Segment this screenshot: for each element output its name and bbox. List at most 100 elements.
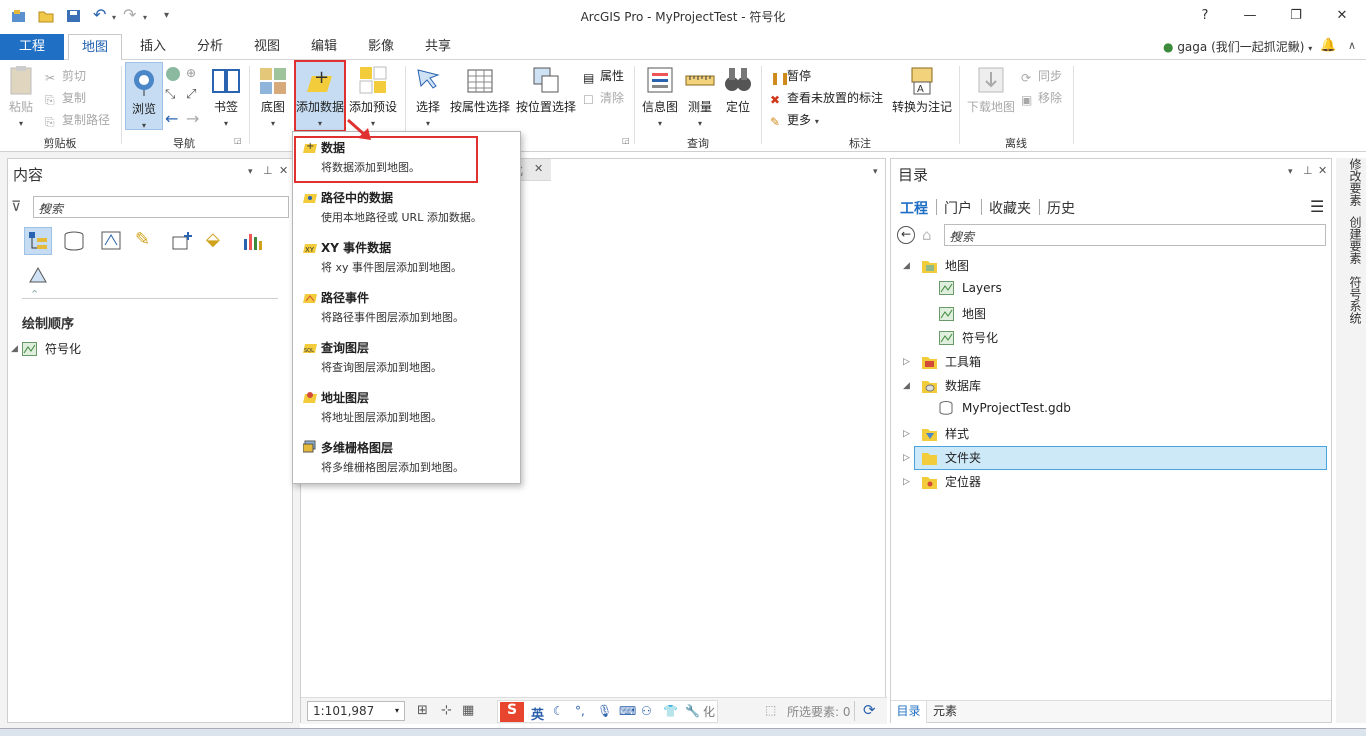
collapse-arrow-icon[interactable]: ▷ [903, 357, 910, 367]
catalog-search-input[interactable]: 搜索 ⌕ [944, 224, 1326, 246]
collapse-arrow-icon[interactable]: ▷ [903, 453, 910, 463]
side-tab-symbology[interactable]: 符号系统 [1343, 276, 1362, 324]
home-icon[interactable]: ⌂ [922, 226, 932, 244]
dropdown-item-route-events[interactable]: 路径事件 将路径事件图层添加到地图。 [293, 282, 520, 332]
back-arrow-icon[interactable]: ← [165, 109, 178, 128]
sogou-logo-icon[interactable]: S [500, 702, 524, 722]
download-map-button[interactable]: 下载地图 [966, 64, 1016, 115]
snapping-icon[interactable]: ⊹ [441, 703, 452, 718]
pane-close-icon[interactable]: ✕ [1318, 164, 1327, 177]
ime-language-toggle[interactable]: 英 [531, 704, 544, 723]
pane-menu-icon[interactable]: ▾ [248, 167, 253, 177]
close-button[interactable]: ✕ [1322, 4, 1362, 28]
tab-edit[interactable]: 编辑 [299, 34, 349, 60]
tab-view[interactable]: 视图 [242, 34, 292, 60]
catalog-layers-item[interactable]: Layers [939, 281, 1002, 295]
catalog-bottom-tab-catalog[interactable]: 目录 [891, 701, 927, 723]
restore-button[interactable]: ❐ [1276, 4, 1316, 28]
forward-arrow-icon[interactable]: → [186, 109, 199, 128]
keyboard-icon[interactable]: ⌨ [619, 704, 636, 718]
paste-button[interactable]: 粘贴 ▾ [6, 64, 36, 129]
tab-insert[interactable]: 插入 [128, 34, 178, 60]
pane-menu-icon[interactable]: ▾ [1288, 167, 1293, 177]
dropdown-item-query-layer[interactable]: SQL 查询图层 将查询图层添加到地图。 [293, 332, 520, 382]
tab-project[interactable]: 工程 [0, 34, 64, 60]
scale-selector[interactable]: 1:101,987 ▾ [307, 701, 405, 721]
collapse-ribbon-icon[interactable]: ∧ [1348, 39, 1356, 52]
expand-arrow-icon[interactable]: ◢ [903, 381, 910, 391]
grid-icon[interactable]: ⊞ [417, 703, 428, 718]
catalog-bottom-tab-elements[interactable]: 元素 [933, 701, 957, 723]
dropdown-item-xy-event-data[interactable]: XY XY 事件数据 将 xy 事件图层添加到地图。 [293, 232, 520, 282]
minimize-button[interactable]: — [1230, 4, 1270, 28]
locate-button[interactable]: 定位 [721, 64, 755, 115]
catalog-toolboxes-folder[interactable]: 工具箱 [922, 353, 981, 370]
moon-icon[interactable]: ☾ [553, 704, 564, 718]
tab-analysis[interactable]: 分析 [185, 34, 235, 60]
select-button[interactable]: 选择 ▾ [410, 64, 446, 129]
add-data-button[interactable]: + 添加数据 ▾ [294, 60, 346, 132]
search-icon[interactable]: ⌕ [39, 199, 270, 214]
list-by-labeling-icon[interactable]: ⬙ [206, 229, 220, 250]
catalog-styles-folder[interactable]: 样式 [922, 425, 969, 442]
catalog-symbology-item[interactable]: 符号化 [939, 329, 998, 346]
tab-map[interactable]: 地图 [68, 34, 122, 61]
remove-button[interactable]: ▣ 移除 [1021, 89, 1062, 107]
explore-button[interactable]: 浏览 ▾ [125, 62, 163, 130]
catalog-databases-folder[interactable]: 数据库 [922, 377, 981, 394]
expand-arrow-icon[interactable]: ◢ [903, 261, 910, 271]
expand-arrow-icon[interactable]: ◢ [11, 344, 18, 354]
tab-imagery[interactable]: 影像 [356, 34, 406, 60]
wrench-icon[interactable]: 🔧 [685, 704, 700, 718]
microphone-icon[interactable]: 🎙 [597, 704, 612, 718]
filter-icon[interactable]: ⊽ [11, 199, 21, 215]
view-unplaced-button[interactable]: ✖ 查看未放置的标注 [770, 89, 883, 107]
dropdown-item-address-layer[interactable]: 地址图层 将地址图层添加到地图。 [293, 382, 520, 432]
dialog-launcher-icon[interactable]: ◲ [234, 136, 242, 145]
side-tab-modify-features[interactable]: 修改要素 [1343, 158, 1362, 206]
hamburger-menu-icon[interactable]: ☰ [1310, 197, 1324, 216]
list-by-source-icon[interactable] [62, 229, 86, 256]
list-by-perspective-icon[interactable] [26, 262, 50, 289]
full-extent-icon[interactable]: ⤡ [165, 87, 175, 102]
notification-icon[interactable]: 🔔 [1320, 38, 1336, 53]
catalog-tab-portal[interactable]: 门户 [944, 198, 972, 218]
measure-button[interactable]: 测量 ▾ [684, 64, 716, 129]
dialog-launcher-icon[interactable]: ◲ [622, 136, 630, 145]
pause-labels-button[interactable]: ❚❚暂停 [770, 67, 811, 85]
catalog-map-item[interactable]: 地图 [939, 305, 986, 322]
table-grid-icon[interactable]: ▦ [462, 703, 474, 718]
catalog-tab-project[interactable]: 工程 [900, 198, 928, 218]
collapse-arrow-icon[interactable]: ▷ [903, 477, 910, 487]
globe-icon[interactable] [165, 66, 181, 85]
copy-button[interactable]: ⎘ 复制 [45, 89, 86, 107]
pin-icon[interactable]: ⊥ [263, 164, 273, 177]
catalog-tab-favorites[interactable]: 收藏夹 [989, 198, 1031, 218]
skin-icon[interactable]: 👕 [663, 704, 678, 718]
convert-to-annotation-button[interactable]: A 转换为注记 [890, 64, 954, 115]
tab-close-icon[interactable]: ✕ [534, 162, 543, 175]
tab-share[interactable]: 共享 [413, 34, 463, 60]
back-icon[interactable]: ← [897, 226, 915, 244]
cut-button[interactable]: ✂ 剪切 [45, 67, 86, 85]
list-by-charts-icon[interactable] [241, 229, 265, 256]
side-tab-create-features[interactable]: 创建要素 [1343, 216, 1362, 264]
dropdown-item-data-from-path[interactable]: 路径中的数据 使用本地路径或 URL 添加数据。 [293, 182, 520, 232]
contents-search-input[interactable]: 搜索 ⌕ [33, 196, 289, 218]
contents-map-item[interactable]: 符号化 [22, 340, 81, 357]
fixed-zoom-icon[interactable]: ⤢ [186, 87, 196, 102]
attributes-button[interactable]: ▤ 属性 [583, 67, 624, 85]
catalog-tab-history[interactable]: 历史 [1047, 198, 1075, 218]
copy-path-button[interactable]: ⎘ 复制路径 [45, 111, 110, 129]
search-icon[interactable]: ⌕ [950, 227, 1307, 242]
select-by-location-button[interactable]: 按位置选择 [515, 64, 577, 115]
collapse-arrow-icon[interactable]: ▷ [903, 429, 910, 439]
refresh-icon[interactable]: ⟳ [863, 701, 876, 719]
select-by-attributes-button[interactable]: 按属性选择 [449, 64, 511, 115]
catalog-folders-folder[interactable]: 文件夹 [922, 449, 981, 466]
basemap-button[interactable]: 底图 ▾ [253, 64, 293, 129]
bookmarks-button[interactable]: 书签 ▾ [210, 64, 242, 129]
catalog-locators-folder[interactable]: 定位器 [922, 473, 981, 490]
list-by-snapping-icon[interactable] [170, 229, 194, 256]
user-account[interactable]: ● gaga (我们一起抓泥鳅) ▾ [1163, 38, 1312, 55]
